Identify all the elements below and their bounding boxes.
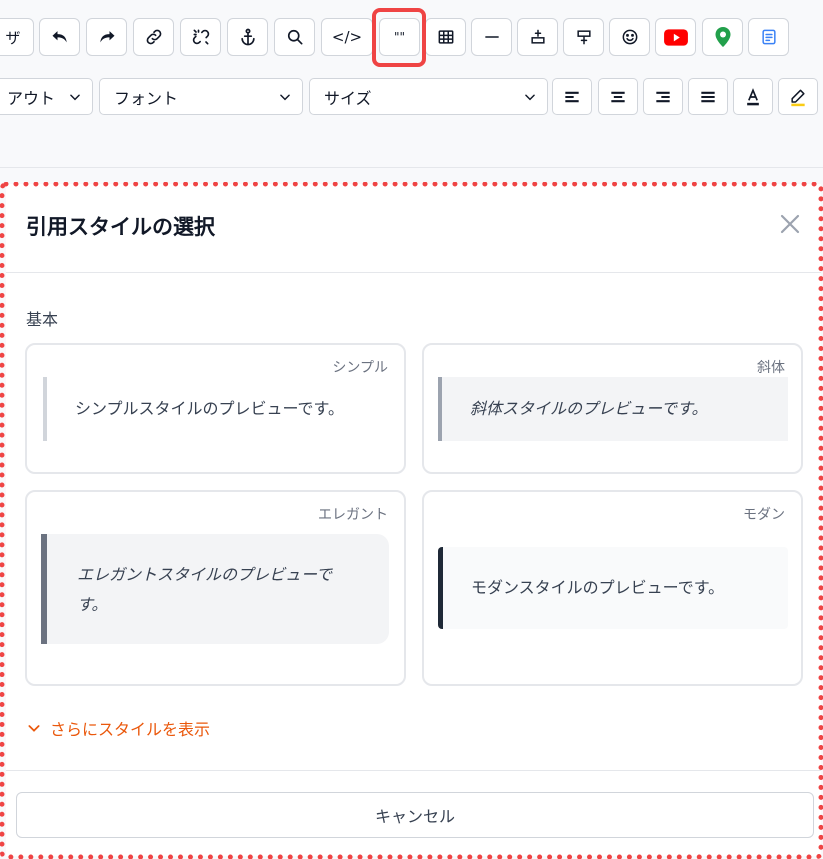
font-color-icon <box>747 87 759 105</box>
font-color-button[interactable] <box>733 78 773 115</box>
map-pin-icon <box>715 27 730 47</box>
document-icon <box>761 29 776 45</box>
chevron-down-icon <box>70 94 80 100</box>
align-right-icon <box>656 91 670 102</box>
toolbar-row-2: アウト フォント サイズ <box>0 78 823 118</box>
size-select[interactable]: サイズ <box>309 78 548 115</box>
font-select[interactable]: フォント <box>99 78 303 115</box>
insert-below-button[interactable] <box>563 18 604 56</box>
anchor-button[interactable] <box>227 18 268 56</box>
layout-select-value: アウト <box>7 88 56 108</box>
quote-button-label: "" <box>393 30 406 44</box>
align-center-button[interactable] <box>598 78 638 115</box>
youtube-icon <box>663 29 688 46</box>
section-label-basic: 基本 <box>26 310 59 329</box>
redo-button[interactable] <box>86 18 127 56</box>
style-card-tag: 斜体 <box>757 360 785 376</box>
chevron-down-icon <box>525 94 535 100</box>
show-more-styles-link[interactable]: さらにスタイルを表示 <box>26 716 210 740</box>
toolbar-row-1: ザ </> "" <box>0 18 823 58</box>
style-card-simple[interactable]: シンプル シンプルスタイルのプレビューです。 <box>25 343 406 474</box>
chevron-down-icon <box>28 725 40 732</box>
table-icon <box>438 30 453 44</box>
font-select-value: フォント <box>114 88 179 108</box>
horizontal-rule-icon <box>484 36 499 38</box>
justify-button[interactable] <box>688 78 728 115</box>
editor-toolbar: ザ </> "" アウト フォント サイズ <box>0 0 823 168</box>
insert-above-button[interactable] <box>517 18 558 56</box>
style-card-tag: エレガント <box>318 507 388 523</box>
close-icon[interactable] <box>778 212 802 236</box>
justify-icon <box>701 91 715 102</box>
undo-button[interactable] <box>39 18 80 56</box>
highlighter-icon <box>791 89 805 106</box>
highlight-color-button[interactable] <box>778 78 818 115</box>
code-button[interactable]: </> <box>321 18 373 56</box>
quote-preview: 斜体スタイルのプレビューです。 <box>438 377 788 441</box>
cancel-button-label: キャンセル <box>374 807 455 826</box>
redo-icon <box>99 31 114 43</box>
align-left-button[interactable] <box>552 78 592 115</box>
insert-above-icon <box>530 29 545 44</box>
show-more-styles-label: さらにスタイルを表示 <box>50 720 211 739</box>
chevron-down-icon <box>280 94 290 100</box>
unlink-button[interactable] <box>180 18 221 56</box>
code-button-label: </> <box>331 28 363 46</box>
size-select-value: サイズ <box>324 88 372 108</box>
style-card-tag: シンプル <box>332 360 388 376</box>
partial-toolbar-button[interactable]: ザ <box>0 18 34 56</box>
quote-preview: モダンスタイルのプレビューです。 <box>438 547 788 629</box>
search-icon <box>287 29 302 45</box>
anchor-icon <box>240 28 255 46</box>
quote-style-dialog: 引用スタイルの選択 基本 シンプル シンプルスタイルのプレビューです。 斜体 斜… <box>6 184 821 856</box>
style-card-tag: モダン <box>743 507 785 523</box>
horizontal-rule-button[interactable] <box>471 18 512 56</box>
quote-button[interactable]: "" <box>379 18 420 56</box>
smiley-icon <box>622 29 637 45</box>
map-button[interactable] <box>702 18 743 56</box>
partial-button-label: ザ <box>5 28 21 47</box>
template-button[interactable] <box>748 18 789 56</box>
search-button[interactable] <box>274 18 315 56</box>
youtube-button[interactable] <box>655 18 696 56</box>
dialog-title: 引用スタイルの選択 <box>26 215 215 239</box>
layout-select[interactable]: アウト <box>0 78 93 115</box>
link-button[interactable] <box>133 18 174 56</box>
cancel-button[interactable]: キャンセル <box>16 792 814 838</box>
undo-icon <box>52 31 67 43</box>
quote-preview: エレガントスタイルのプレビューです。 <box>41 534 389 644</box>
style-card-italic[interactable]: 斜体 斜体スタイルのプレビューです。 <box>422 343 803 474</box>
link-icon <box>146 29 161 45</box>
insert-below-icon <box>576 30 591 45</box>
quote-preview: シンプルスタイルのプレビューです。 <box>43 377 388 441</box>
style-card-elegant[interactable]: エレガント エレガントスタイルのプレビューです。 <box>25 490 406 686</box>
align-right-button[interactable] <box>643 78 683 115</box>
emoji-button[interactable] <box>609 18 650 56</box>
header-divider <box>6 272 821 273</box>
table-button[interactable] <box>425 18 466 56</box>
style-card-modern[interactable]: モダン モダンスタイルのプレビューです。 <box>422 490 803 686</box>
align-center-icon <box>611 91 625 102</box>
align-left-icon <box>565 91 579 102</box>
footer-divider <box>6 770 821 771</box>
unlink-icon <box>192 29 209 45</box>
